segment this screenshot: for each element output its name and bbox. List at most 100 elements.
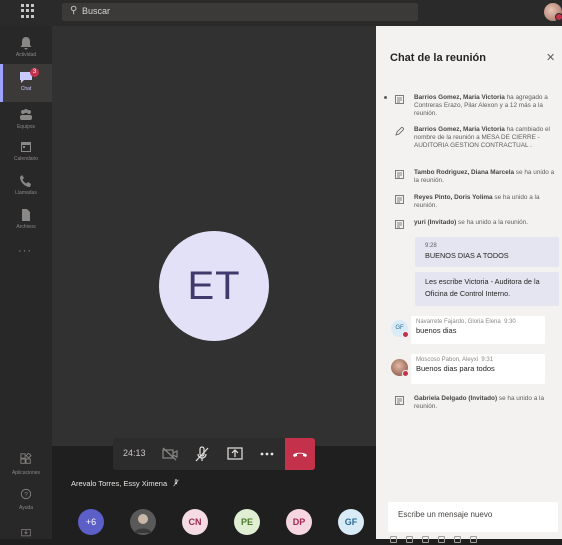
meet-icon[interactable] bbox=[470, 536, 477, 543]
search-box[interactable]: ⚲ Buscar bbox=[62, 3, 418, 21]
more-apps-icon[interactable]: ··· bbox=[18, 245, 32, 257]
pencil-icon bbox=[395, 127, 404, 136]
message-meta: Moscoso Pabon, Aleyxi 9:31 bbox=[416, 357, 494, 363]
chat-message[interactable]: Navarrete Fajardo, Gloria Elena 9:30 bue… bbox=[411, 316, 545, 344]
my-message[interactable]: 9:28 BUENOS DIAS A TODOS bbox=[415, 237, 559, 267]
camera-off-button[interactable] bbox=[161, 445, 179, 463]
calendar-icon bbox=[21, 142, 31, 152]
chat-event-text: yuri (Invitado) se ha unido a la reunión… bbox=[414, 219, 529, 226]
apps-icon bbox=[20, 452, 32, 464]
download-icon bbox=[21, 529, 31, 537]
chat-event-text: Reyes Pinto, Doris Yolima se ha unido a … bbox=[414, 194, 540, 210]
call-controls: 24:13 bbox=[113, 438, 315, 470]
call-duration: 24:13 bbox=[123, 448, 146, 458]
rail-item-apps[interactable]: Aplicaciones bbox=[0, 452, 52, 476]
rail-label: Aplicaciones bbox=[11, 470, 41, 476]
more-actions-button[interactable] bbox=[258, 445, 276, 463]
message-text: Les escribe Victoria - Auditora de la Of… bbox=[425, 277, 540, 298]
roster-icon bbox=[395, 220, 404, 229]
chat-message[interactable]: Moscoso Pabon, Aleyxi 9:31 Buenos dias p… bbox=[411, 354, 545, 384]
phone-icon bbox=[20, 175, 31, 187]
avatar[interactable]: GF bbox=[391, 320, 409, 338]
chat-title: Chat de la reunión bbox=[390, 52, 486, 64]
search-placeholder: Buscar bbox=[82, 6, 111, 16]
speaker-avatar: ET bbox=[159, 231, 269, 341]
presence-busy-icon bbox=[402, 331, 409, 338]
app-rail: Actividad 3 Chat Equipos Calendario Llam… bbox=[0, 26, 52, 539]
rail-label: Calendario bbox=[13, 156, 39, 162]
emoji-icon[interactable] bbox=[422, 536, 429, 543]
chat-event-text: Barrios Gomez, Maria Victoria ha cambiad… bbox=[414, 126, 550, 150]
avatar-initials: GF bbox=[395, 325, 404, 331]
camera-off-icon bbox=[162, 447, 178, 461]
mic-off-icon bbox=[173, 479, 179, 487]
participant-avatar[interactable] bbox=[130, 509, 156, 535]
message-meta: Navarrete Fajardo, Gloria Elena 9:30 bbox=[416, 319, 516, 325]
video-area: ET bbox=[52, 26, 376, 446]
hang-up-icon bbox=[293, 452, 307, 457]
mute-button[interactable] bbox=[193, 445, 211, 463]
bell-icon bbox=[20, 37, 32, 50]
rail-label: Equipos bbox=[16, 124, 36, 130]
roster-icon bbox=[395, 170, 404, 179]
share-screen-icon bbox=[227, 447, 243, 460]
presence-busy-icon bbox=[555, 13, 562, 21]
meeting-chat-panel: Chat de la reunión ✕ Barrios Gomez, Mari… bbox=[376, 26, 562, 543]
more-dots-icon bbox=[260, 452, 274, 456]
presence-busy-icon bbox=[402, 370, 409, 377]
svg-text:?: ? bbox=[24, 492, 28, 499]
format-icon[interactable] bbox=[390, 536, 397, 543]
rail-item-calendar[interactable]: Calendario bbox=[0, 134, 52, 172]
participant-photo bbox=[130, 509, 156, 535]
rail-item-calls[interactable]: Llamadas bbox=[0, 168, 52, 206]
chat-event-text: Gabriela Delgado (Invitado) se ha unido … bbox=[414, 395, 544, 411]
close-icon[interactable]: ✕ bbox=[546, 51, 555, 64]
help-icon: ? bbox=[20, 488, 32, 500]
share-screen-button[interactable] bbox=[226, 445, 244, 463]
roster-icon bbox=[395, 95, 404, 104]
call-stage: ET 24:13 Arevalo Torres, Essy Ximena +6 … bbox=[52, 26, 376, 539]
roster-icon bbox=[395, 195, 404, 204]
search-icon: ⚲ bbox=[70, 5, 78, 16]
chat-event-text: Barrios Gomez, Maria Victoria ha agregad… bbox=[414, 94, 548, 118]
files-icon bbox=[22, 209, 30, 221]
participant-avatar[interactable]: DP bbox=[286, 509, 312, 535]
attach-icon[interactable] bbox=[406, 536, 413, 543]
mic-off-icon bbox=[195, 446, 209, 462]
participant-avatar[interactable]: CN bbox=[182, 509, 208, 535]
teams-icon bbox=[20, 109, 32, 120]
sticker-icon[interactable] bbox=[454, 536, 461, 543]
speaker-name: Arevalo Torres, Essy Ximena bbox=[71, 479, 168, 488]
rail-label: Archivos bbox=[16, 224, 36, 230]
rail-item-chat[interactable]: 3 Chat bbox=[0, 64, 52, 102]
speaker-name-label: Arevalo Torres, Essy Ximena bbox=[71, 479, 180, 488]
message-text: Buenos dias para todos bbox=[416, 364, 495, 373]
chat-event-text: Tambo Rodriguez, Diana Marcela se ha uni… bbox=[414, 169, 555, 185]
rail-label: Chat bbox=[20, 86, 32, 92]
rail-label: Llamadas bbox=[15, 190, 37, 196]
message-text: buenos dias bbox=[416, 326, 457, 335]
app-launcher-icon[interactable] bbox=[21, 4, 35, 18]
roster-icon bbox=[395, 396, 404, 405]
rail-item-help[interactable]: ? Ayuda bbox=[0, 487, 52, 511]
hang-up-button[interactable] bbox=[285, 438, 315, 470]
message-text: BUENOS DIAS A TODOS bbox=[425, 251, 509, 260]
bullet-icon bbox=[384, 96, 387, 99]
participant-avatar[interactable]: GF bbox=[338, 509, 364, 535]
rail-label: Ayuda bbox=[18, 505, 34, 511]
rail-item-activity[interactable]: Actividad bbox=[0, 30, 52, 68]
rail-label: Actividad bbox=[15, 52, 37, 58]
compose-box[interactable] bbox=[388, 502, 558, 532]
participant-avatar[interactable]: PE bbox=[234, 509, 260, 535]
top-bar: ⚲ Buscar bbox=[0, 0, 562, 26]
rail-item-download[interactable] bbox=[0, 525, 52, 543]
rail-item-files[interactable]: Archivos bbox=[0, 202, 52, 240]
profile-avatar[interactable] bbox=[544, 3, 562, 21]
unread-badge: 3 bbox=[30, 68, 39, 77]
gif-icon[interactable] bbox=[438, 536, 445, 543]
my-message[interactable]: Les escribe Victoria - Auditora de la Of… bbox=[415, 272, 559, 306]
compose-toolbar bbox=[390, 536, 560, 543]
avatar[interactable] bbox=[391, 359, 409, 377]
more-participants-button[interactable]: +6 bbox=[78, 509, 104, 535]
message-input[interactable] bbox=[398, 510, 548, 519]
